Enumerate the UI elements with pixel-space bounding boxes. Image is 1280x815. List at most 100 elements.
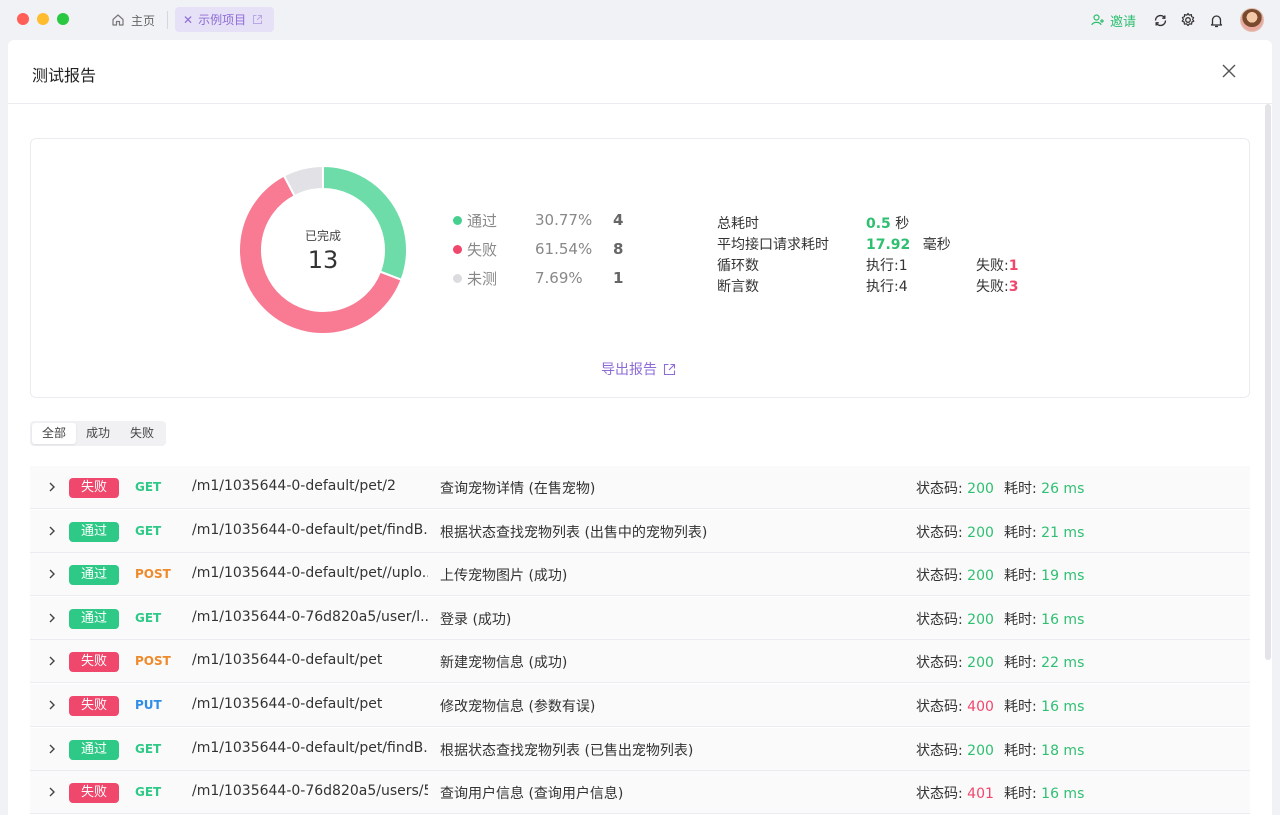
loops-fail: 失败:1 [976, 255, 1018, 275]
window-maximize-button[interactable] [57, 13, 69, 25]
http-method: GET [135, 523, 162, 538]
tab-project[interactable]: ✕ 示例项目 [175, 7, 274, 32]
time-cost-value: 16 ms [1041, 699, 1085, 715]
status-code-value: 200 [967, 655, 994, 672]
stat-value: 0.5 秒 [866, 213, 909, 233]
chevron-right-icon[interactable] [46, 786, 58, 798]
request-description: 修改宠物信息 (参数有误) [440, 699, 596, 715]
filter-failed[interactable]: 失败 [120, 423, 164, 444]
request-description: 新建宠物信息 (成功) [440, 655, 568, 672]
tab-home-label: 主页 [131, 13, 156, 28]
filter-success[interactable]: 成功 [76, 423, 120, 444]
invite-button[interactable]: 邀请 [1090, 11, 1136, 30]
result-badge: 失败 [69, 783, 119, 804]
stat-asserts: 断言数 执行:4 失败:3 [717, 276, 1077, 296]
chevron-right-icon[interactable] [46, 525, 58, 537]
close-icon [1222, 64, 1236, 78]
export-report-label: 导出报告 [601, 362, 657, 378]
stat-label: 总耗时 [717, 216, 759, 232]
avatar[interactable] [1240, 8, 1264, 32]
tab-home[interactable]: 主页 [104, 8, 161, 32]
legend-percent: 7.69% [535, 269, 583, 287]
gear-icon[interactable] [1180, 12, 1196, 28]
chevron-right-icon[interactable] [46, 655, 58, 667]
vertical-scrollbar[interactable] [1264, 104, 1272, 660]
result-badge: 失败 [69, 696, 119, 716]
invite-label: 邀请 [1109, 14, 1136, 30]
close-button[interactable] [1220, 62, 1238, 80]
legend-count: 8 [613, 240, 624, 258]
filter-all[interactable]: 全部 [32, 423, 77, 444]
legend-dot-fail [453, 244, 462, 254]
window-close-button[interactable] [17, 13, 29, 25]
total-time-value: 0.5 [866, 216, 891, 232]
status-code-value: 400 [967, 699, 994, 715]
status-code-value: 401 [967, 786, 994, 803]
time-cost-value: 19 ms [1041, 568, 1085, 585]
status-code: 状态码: 200 [916, 565, 994, 585]
request-description: 查询宠物详情 (在售宠物) [440, 481, 596, 497]
chevron-right-icon[interactable] [46, 612, 58, 624]
table-row[interactable]: 通过 POST/m1/1035644-0-default/pet//uplo...… [30, 553, 1250, 597]
request-description: 根据状态查找宠物列表 (出售中的宠物列表) [440, 524, 708, 541]
scrollbar-thumb[interactable] [1265, 104, 1271, 660]
time-cost-value: 22 ms [1041, 655, 1085, 672]
time-cost-value: 16 ms [1041, 786, 1085, 803]
sync-icon[interactable] [1152, 12, 1168, 28]
tab-close-icon[interactable]: ✕ [183, 13, 193, 27]
http-method: PUT [135, 698, 162, 712]
chevron-right-icon[interactable] [46, 568, 58, 580]
http-method: GET [135, 610, 162, 625]
status-code: 状态码: 401 [916, 783, 994, 803]
request-path: /m1/1035644-0-default/pet [192, 652, 383, 669]
tab-divider [167, 11, 168, 29]
external-link-icon [251, 14, 263, 26]
http-method: GET [135, 741, 162, 756]
stat-value: 17.92 毫秒 [866, 234, 951, 254]
table-row[interactable]: 通过 GET/m1/1035644-0-default/pet/findB... 根… [30, 727, 1250, 771]
status-code-label: 状态码: [916, 524, 968, 541]
chevron-right-icon[interactable] [46, 743, 58, 755]
legend-percent: 61.54% [535, 240, 593, 258]
result-badge: 通过 [69, 521, 119, 542]
time-cost: 耗时: 16 ms [1004, 696, 1084, 716]
time-cost: 耗时: 19 ms [1004, 565, 1084, 585]
table-row[interactable]: 失败 PUT/m1/1035644-0-default/pet 修改宠物信息 (参数… [30, 684, 1250, 727]
legend-percent: 30.77% [535, 211, 593, 229]
status-code-label: 状态码: [916, 568, 968, 585]
time-cost-label: 耗时: [1004, 481, 1042, 497]
status-code-label: 状态码: [916, 655, 968, 672]
external-link-icon [663, 363, 676, 375]
loops-exec: 执行:1 [866, 258, 908, 274]
result-badge: 通过 [69, 739, 119, 760]
time-cost-label: 耗时: [1004, 699, 1042, 715]
window-minimize-button[interactable] [37, 13, 49, 25]
status-code-value: 200 [967, 611, 994, 628]
table-row[interactable]: 失败 GET/m1/1035644-0-default/pet/2 查询宠物详情 (… [30, 466, 1250, 509]
stat-label: 断言数 [717, 279, 759, 295]
result-badge: 失败 [69, 652, 119, 673]
bell-icon[interactable] [1208, 12, 1224, 28]
status-code: 状态码: 200 [916, 522, 994, 542]
table-row[interactable]: 通过 GET/m1/1035644-0-default/pet/findB... 根… [30, 509, 1250, 553]
table-row[interactable]: 失败 POST/m1/1035644-0-default/pet 新建宠物信息 (成… [30, 640, 1250, 684]
table-row[interactable]: 失败 GET/m1/1035644-0-76d820a5/users/5 查询用户信… [30, 771, 1250, 815]
status-code-value: 200 [967, 568, 994, 585]
avg-time-unit: 毫秒 [922, 237, 951, 253]
chevron-right-icon[interactable] [46, 699, 58, 711]
stat-label: 循环数 [717, 258, 759, 274]
time-cost: 耗时: 21 ms [1004, 522, 1084, 542]
time-cost: 耗时: 22 ms [1004, 652, 1084, 672]
chevron-right-icon[interactable] [46, 481, 58, 493]
time-cost: 耗时: 18 ms [1004, 740, 1084, 760]
request-path: /m1/1035644-0-76d820a5/user/l... [192, 608, 428, 625]
asserts-fail-label: 失败: [976, 279, 1009, 295]
legend-fail: 失败 61.54% 8 [453, 238, 653, 260]
add-user-icon [1090, 12, 1106, 28]
time-cost-label: 耗时: [1004, 786, 1042, 803]
status-code-value: 200 [967, 524, 994, 541]
table-row[interactable]: 通过 GET/m1/1035644-0-76d820a5/user/l... 登录 … [30, 596, 1250, 640]
asserts-fail-value: 3 [1008, 279, 1019, 295]
time-cost-value: 16 ms [1041, 611, 1085, 628]
export-report-button[interactable]: 导出报告 [601, 359, 676, 379]
